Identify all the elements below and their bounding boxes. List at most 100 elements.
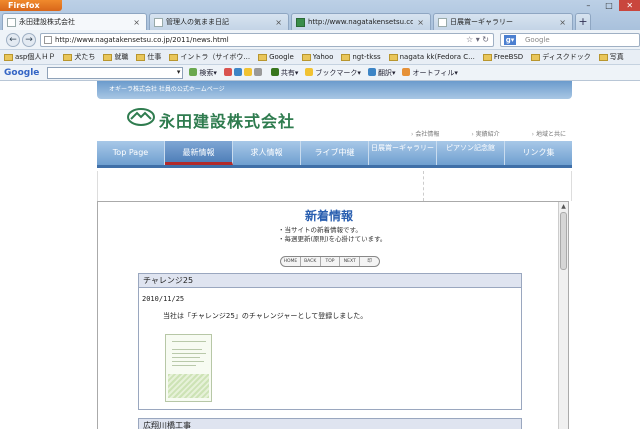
search-icon (189, 67, 198, 76)
new-tab-button[interactable]: + (575, 13, 591, 30)
menu-gallery[interactable]: 日展賞ーギャラリー (369, 141, 437, 165)
bookmark-label: ngt-tkss (352, 53, 381, 61)
company-name[interactable]: 永田建設株式会社 (159, 108, 295, 132)
window-controls: – □ ✕ (578, 0, 640, 11)
folder-icon (531, 53, 541, 61)
chevron-down-icon[interactable]: ▾ (177, 68, 181, 76)
site-tagline: オギーラ株式会社 社員の公式ホームページ (109, 86, 225, 93)
page-viewport: オギーラ株式会社 社員の公式ホームページ 永田建設株式会社 会社情報 実績紹介 … (0, 81, 640, 429)
bookmark-label: 犬たち (74, 53, 96, 61)
menu-recruit[interactable]: 求人情報 (233, 141, 301, 165)
bookmark-item[interactable]: Google (258, 53, 294, 61)
search-input[interactable]: g▾ Google (500, 33, 640, 47)
browser-title-bar: Firefox – □ ✕ 永田建設株式会社 × 管理人の気まま日記 × htt… (0, 0, 640, 30)
close-tab-icon[interactable]: × (559, 18, 566, 27)
bookmark-label: 就職 (114, 53, 129, 61)
bookmark-label: Yahoo (312, 53, 334, 61)
bookmark-item[interactable]: 写真 (598, 52, 624, 62)
scrollbar-thumb[interactable] (560, 212, 567, 270)
star-icon (305, 67, 314, 76)
bookmark-item[interactable]: nagata kk(Fedora C... (388, 53, 475, 61)
back-button[interactable]: ← (6, 33, 20, 47)
page-icon (438, 17, 447, 27)
minimize-icon[interactable]: – (578, 0, 599, 11)
share-icon (270, 67, 279, 76)
site-header: 永田建設株式会社 会社情報 実績紹介 地域と共に (97, 99, 572, 141)
toolbar-translate-button[interactable]: 翻訳▾ (367, 67, 395, 78)
bookmark-label: 写真 (609, 53, 624, 61)
header-sublinks: 会社情報 実績紹介 地域と共に (379, 129, 566, 138)
news-notes: ・当サイトの新着情報です。 ・毎週更新(原則)を心掛けています。 (278, 226, 386, 244)
bookmark-item[interactable]: ディスクドック (531, 52, 591, 62)
website: オギーラ株式会社 社員の公式ホームページ 永田建設株式会社 会社情報 実績紹介 … (97, 81, 572, 429)
bookmark-label: Google (269, 53, 294, 61)
toolbar-autofill-button[interactable]: オートフィル▾ (402, 67, 458, 78)
toolbar-share-button[interactable]: 共有▾ (270, 67, 298, 78)
close-tab-icon[interactable]: × (275, 18, 282, 27)
bookmark-label: 仕事 (147, 53, 162, 61)
tab-1[interactable]: 永田建設株式会社 × (2, 13, 147, 30)
menu-live[interactable]: ライブ中継 (301, 141, 369, 165)
news-frame: ▲ 新着情報 ・当サイトの新着情報です。 ・毎週更新(原則)を心掛けています。 … (97, 201, 569, 429)
menu-news[interactable]: 最新情報 (165, 141, 233, 165)
toolbar-icons[interactable] (223, 68, 264, 77)
print-icon[interactable]: 印 (360, 257, 379, 266)
content-spacer (97, 171, 572, 201)
navigation-bar: ← → http://www.nagatakensetsu.co.jp/2011… (0, 30, 640, 50)
tab-3[interactable]: http://www.nagatakensetsu.co.jp/ × (291, 13, 431, 30)
certificate-image[interactable] (165, 334, 212, 402)
news-article: 広翔川橋工事 (138, 418, 522, 429)
pager-top[interactable]: TOP (321, 257, 341, 266)
page-icon (296, 17, 305, 27)
article-date: 2010/11/25 (142, 295, 185, 303)
bookmark-item[interactable]: イントラ（サイボウ... (169, 52, 250, 62)
menu-memorial[interactable]: ピアソン記念館 (437, 141, 505, 165)
bookmark-item[interactable]: 就職 (103, 52, 128, 62)
bookmark-item[interactable]: 仕事 (136, 52, 161, 62)
pager-home[interactable]: HOME (281, 257, 301, 266)
google-toolbar-search[interactable]: ▾ (47, 66, 184, 79)
firefox-menu-button[interactable]: Firefox (0, 0, 62, 11)
close-tab-icon[interactable]: × (417, 18, 424, 27)
sublink-community[interactable]: 地域と共に (532, 129, 566, 138)
google-search-icon[interactable]: g▾ (504, 35, 516, 45)
bookmark-item[interactable]: asp個人ＨＰ (4, 52, 55, 62)
bookmark-item[interactable]: ngt-tkss (341, 53, 381, 61)
folder-icon (388, 53, 398, 61)
pager-back[interactable]: BACK (301, 257, 321, 266)
menu-top-page[interactable]: Top Page (97, 141, 165, 165)
bookmark-label: nagata kk(Fedora C... (399, 53, 475, 61)
scroll-up-icon[interactable]: ▲ (560, 203, 567, 211)
folder-icon (103, 53, 113, 61)
tab-4[interactable]: 日展賞ーギャラリー × (433, 13, 573, 30)
folder-icon (258, 53, 268, 61)
company-logo-icon[interactable] (127, 107, 155, 127)
news-article: チャレンジ25 2010/11/25 当社は「チャレンジ25」のチャレンジャーと… (138, 273, 522, 410)
folder-icon (482, 53, 492, 61)
sublink-works[interactable]: 実績紹介 (471, 129, 500, 138)
sublink-company-info[interactable]: 会社情報 (411, 129, 439, 138)
translate-icon (367, 67, 376, 76)
close-icon[interactable]: ✕ (619, 0, 640, 11)
bookmark-label: イントラ（サイボウ... (180, 53, 251, 61)
forward-button[interactable]: → (22, 33, 36, 47)
toolbar-bookmark-button[interactable]: ブックマーク▾ (305, 67, 361, 78)
pager-next[interactable]: NEXT (340, 257, 361, 266)
scrollbar[interactable]: ▲ (558, 202, 568, 429)
site-top-strip: オギーラ株式会社 社員の公式ホームページ (97, 81, 572, 99)
url-bar[interactable]: http://www.nagatakensetsu.co.jp/2011/new… (40, 33, 494, 47)
close-tab-icon[interactable]: × (133, 18, 140, 27)
toolbar-search-button[interactable]: 検索▾ (189, 67, 217, 78)
bookmark-item[interactable]: FreeBSD (482, 53, 523, 61)
news-heading: 新着情報 (304, 209, 353, 223)
tab-strip: 永田建設株式会社 × 管理人の気まま日記 × http://www.nagata… (2, 13, 591, 30)
folder-icon (598, 53, 608, 61)
bookmark-item[interactable]: Yahoo (301, 53, 334, 61)
bookmark-item[interactable]: 犬たち (63, 52, 95, 62)
bookmark-label: ディスクドック (542, 53, 591, 61)
maximize-icon[interactable]: □ (599, 0, 620, 11)
tab-2[interactable]: 管理人の気まま日記 × (149, 13, 289, 30)
star-reload-icons[interactable]: ☆ ▾ ↻ (466, 34, 489, 46)
folder-icon (136, 53, 146, 61)
menu-links[interactable]: リンク集 (505, 141, 572, 165)
